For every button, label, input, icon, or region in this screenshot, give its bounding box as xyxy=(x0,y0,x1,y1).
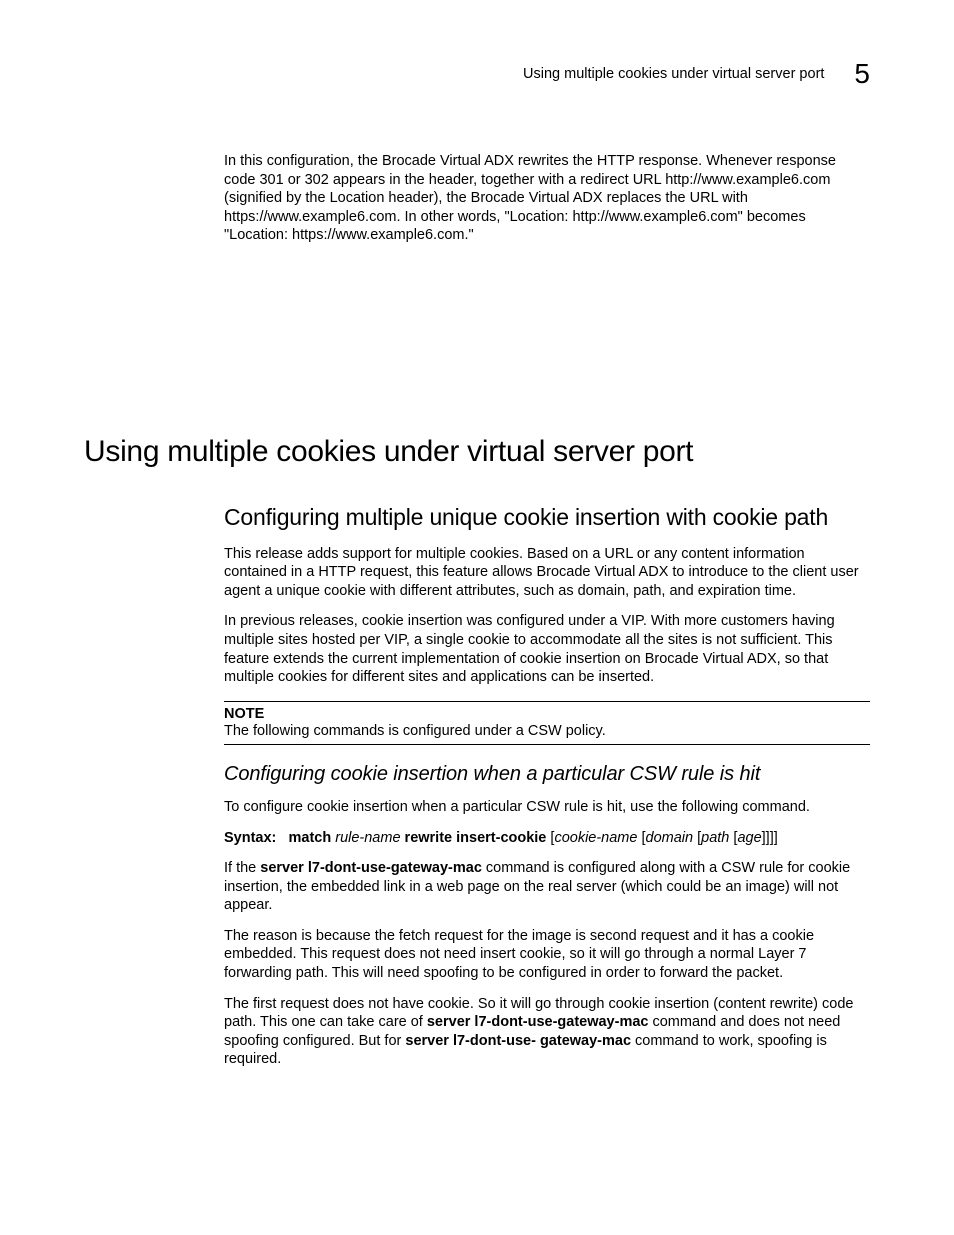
syntax-arg: path xyxy=(701,830,729,846)
syntax-bracket: [ xyxy=(693,830,701,846)
paragraph: This release adds support for multiple c… xyxy=(224,545,870,601)
running-header: Using multiple cookies under virtual ser… xyxy=(84,58,870,90)
command-name: server l7-dont-use-gateway-mac xyxy=(260,860,482,876)
text-run: If the xyxy=(224,860,260,876)
syntax-arg: age xyxy=(737,830,761,846)
syntax-label: Syntax: xyxy=(224,830,276,846)
paragraph: To configure cookie insertion when a par… xyxy=(224,798,870,817)
section-heading-h1: Using multiple cookies under virtual ser… xyxy=(84,435,870,469)
syntax-keyword: rewrite insert-cookie xyxy=(405,830,547,846)
spacer xyxy=(84,257,870,435)
note-label: NOTE xyxy=(224,706,870,722)
subsection-heading-h3: Configuring cookie insertion when a part… xyxy=(224,763,870,786)
syntax-bracket: ]]]] xyxy=(762,830,778,846)
syntax-arg: domain xyxy=(646,830,694,846)
paragraph: The first request does not have cookie. … xyxy=(224,995,870,1069)
running-title: Using multiple cookies under virtual ser… xyxy=(523,66,824,82)
intro-block: In this configuration, the Brocade Virtu… xyxy=(224,152,870,245)
syntax-arg: rule-name xyxy=(335,830,400,846)
section-body: Configuring multiple unique cookie inser… xyxy=(224,503,870,1069)
syntax-keyword: match xyxy=(288,830,331,846)
command-name: server l7-dont-use- gateway-mac xyxy=(405,1033,631,1049)
paragraph: In previous releases, cookie insertion w… xyxy=(224,612,870,686)
subsection-heading-h2: Configuring multiple unique cookie inser… xyxy=(224,503,870,531)
chapter-number: 5 xyxy=(854,58,870,90)
command-name: server l7-dont-use-gateway-mac xyxy=(427,1014,649,1030)
paragraph: The reason is because the fetch request … xyxy=(224,927,870,983)
paragraph: If the server l7-dont-use-gateway-mac co… xyxy=(224,859,870,915)
intro-paragraph: In this configuration, the Brocade Virtu… xyxy=(224,152,870,245)
syntax-arg: cookie-name xyxy=(554,830,637,846)
page: Using multiple cookies under virtual ser… xyxy=(0,0,954,1235)
note-text: The following commands is configured und… xyxy=(224,722,870,741)
syntax-bracket: [ xyxy=(637,830,645,846)
note-block: NOTE The following commands is configure… xyxy=(224,701,870,746)
syntax-line: Syntax: match rule-name rewrite insert-c… xyxy=(224,829,870,848)
